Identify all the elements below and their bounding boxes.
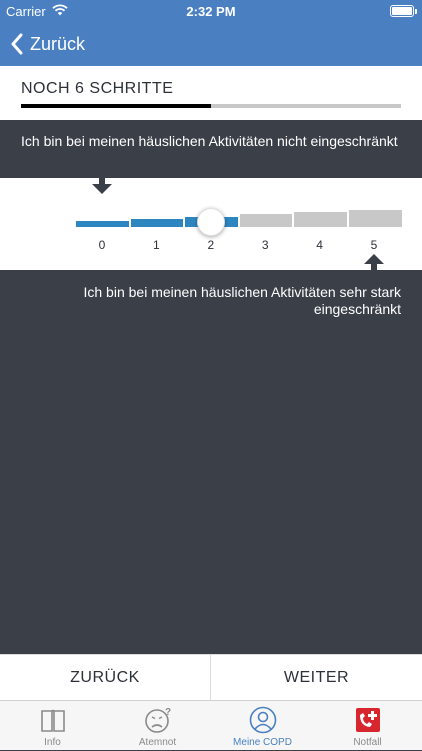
chevron-left-icon bbox=[11, 33, 23, 55]
arrow-up-icon bbox=[364, 254, 384, 270]
back-button-label: Zurück bbox=[30, 33, 86, 54]
progress-bar bbox=[21, 104, 401, 108]
slider-segment[interactable] bbox=[294, 212, 347, 227]
book-icon bbox=[40, 709, 65, 732]
tab-atemnot[interactable]: ? Atemnot bbox=[105, 701, 210, 751]
slider-tick-label: 5 bbox=[370, 238, 378, 252]
min-scale-label: Ich bin bei meinen häuslichen Aktivitäte… bbox=[21, 133, 398, 149]
button-bar: ZURÜCK WEITER bbox=[0, 654, 422, 701]
slider-segment[interactable] bbox=[130, 218, 184, 227]
slider-tick-label: 1 bbox=[153, 238, 160, 252]
battery-icon bbox=[390, 5, 417, 17]
status-time: 2:32 PM bbox=[186, 4, 236, 19]
navigation-bar: Zurück bbox=[0, 22, 422, 66]
slider-tick-label: 0 bbox=[98, 238, 106, 252]
slider-tick-label: 3 bbox=[261, 238, 269, 252]
tab-meine-copd[interactable]: Meine COPD bbox=[210, 701, 315, 751]
slider-tick-label: 2 bbox=[207, 238, 215, 252]
svg-text:?: ? bbox=[165, 707, 171, 718]
progress-bar-fill bbox=[21, 104, 211, 108]
slider-segment[interactable] bbox=[76, 221, 129, 227]
back-step-button[interactable]: ZURÜCK bbox=[0, 655, 211, 701]
slider-knob[interactable] bbox=[196, 208, 225, 236]
arrow-down-icon bbox=[92, 178, 112, 194]
slider-segment[interactable] bbox=[239, 214, 293, 227]
max-scale-label: Ich bin bei meinen häuslichen Aktivitäte… bbox=[83, 284, 401, 317]
tab-info[interactable]: Info bbox=[0, 701, 105, 751]
tab-notfall[interactable]: Notfall bbox=[315, 701, 420, 751]
next-step-button[interactable]: WEITER bbox=[211, 655, 422, 701]
status-bar: Carrier 2:32 PM bbox=[0, 0, 422, 22]
emergency-phone-icon bbox=[355, 708, 380, 732]
slider-tick-label: 4 bbox=[316, 238, 323, 252]
steps-remaining-title: NOCH 6 SCHRITTE bbox=[21, 80, 174, 97]
progress-section: NOCH 6 SCHRITTE bbox=[0, 66, 422, 120]
back-button[interactable]: Zurück bbox=[10, 30, 85, 58]
user-icon bbox=[249, 706, 276, 734]
tab-notfall-label: Notfall bbox=[353, 737, 382, 748]
tab-atemnot-label: Atemnot bbox=[138, 737, 177, 748]
tab-bar: Info ? Atemnot Meine COPD Notfall bbox=[0, 700, 422, 750]
face-icon: ? bbox=[144, 707, 171, 733]
tab-info-label: Info bbox=[44, 737, 61, 748]
tab-meine-copd-label: Meine COPD bbox=[233, 737, 292, 748]
slider-segment[interactable] bbox=[349, 210, 402, 227]
